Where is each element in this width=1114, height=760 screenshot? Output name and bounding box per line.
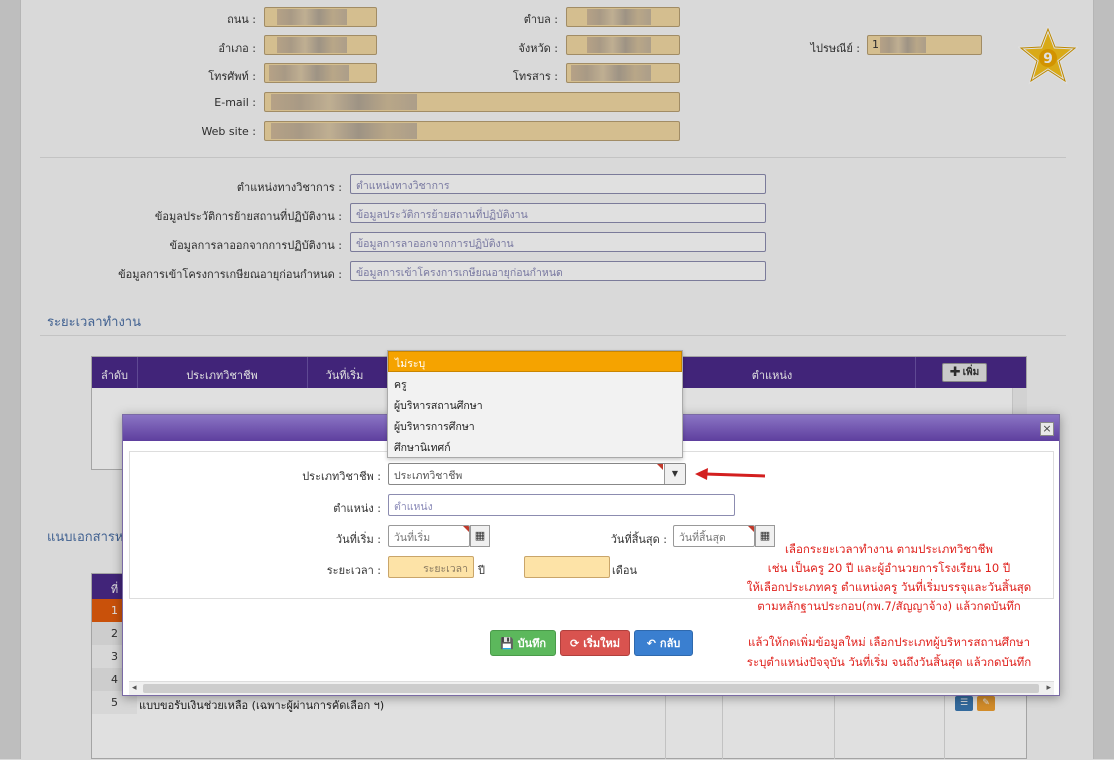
end-date-label: วันที่สิ้นสุด : — [610, 533, 667, 546]
save-button[interactable]: 💾 บันทึก — [490, 630, 556, 656]
year-unit: ปี — [478, 564, 485, 577]
position-label: ตำแหน่ง : — [333, 502, 381, 515]
chevron-down-icon[interactable]: ▼ — [664, 464, 685, 484]
reset-button[interactable]: ⟳ เริ่มใหม่ — [560, 630, 630, 656]
back-button[interactable]: ↶ กลับ — [634, 630, 693, 656]
refresh-icon: ⟳ — [569, 636, 580, 650]
dropdown-option-unspecified[interactable]: ไม่ระบุ — [388, 351, 682, 372]
instruction-line-2: เช่น เป็นครู 20 ปี และผู้อำนวยการโรงเรีย… — [767, 561, 1011, 575]
floppy-icon: 💾 — [499, 636, 514, 650]
instruction-line-3: ให้เลือกประเภทครู ตำแหน่งครู วันที่เริ่ม… — [746, 580, 1032, 594]
reply-icon: ↶ — [646, 636, 656, 650]
start-date-input[interactable]: วันที่เริ่ม — [388, 525, 470, 547]
calendar-icon[interactable]: ▦ — [470, 525, 490, 547]
start-date-label: วันที่เริ่ม : — [335, 533, 381, 546]
back-label: กลับ — [659, 637, 681, 650]
month-unit: เดือน — [612, 564, 638, 577]
type-select-value: ประเภทวิชาชีพ — [394, 470, 463, 482]
type-label: ประเภทวิชาชีพ : — [302, 470, 381, 483]
start-date-placeholder: วันที่เริ่ม — [394, 532, 431, 544]
dropdown-option-teacher[interactable]: ครู — [388, 373, 682, 394]
scroll-right-icon[interactable]: ▸ — [1046, 683, 1051, 693]
duration-label: ระยะเวลา : — [326, 564, 381, 577]
modal-scrollbar[interactable]: ◂ ▸ — [129, 681, 1054, 695]
duration-years-input[interactable]: ระยะเวลา — [388, 556, 474, 578]
type-dropdown-list: ไม่ระบุ ครู ผู้บริหารสถานศึกษา ผู้บริหาร… — [387, 350, 683, 458]
dropdown-option-education-admin[interactable]: ผู้บริหารการศึกษา — [388, 415, 682, 436]
save-label: บันทึก — [517, 637, 547, 650]
duration-months-input[interactable] — [524, 556, 610, 578]
arrow-pointer-icon — [695, 468, 766, 480]
scroll-left-icon[interactable]: ◂ — [132, 683, 137, 693]
dropdown-option-school-admin[interactable]: ผู้บริหารสถานศึกษา — [388, 394, 682, 415]
scroll-thumb[interactable] — [143, 684, 1039, 693]
position-input[interactable]: ตำแหน่ง — [388, 494, 735, 516]
instruction-line-6: ระบุตำแหน่งปัจจุบัน วันที่เริ่ม จนถึงวัน… — [746, 655, 1032, 669]
instruction-line-4: ตามหลักฐานประกอบ(กพ.7/สัญญาจ้าง) แล้วกดบ… — [757, 599, 1021, 613]
dropdown-option-supervisor[interactable]: ศึกษานิเทศก์ — [388, 436, 682, 457]
instruction-line-1: เลือกระยะเวลาทำงาน ตามประเภทวิชาชีพ — [785, 542, 993, 556]
reset-label: เริ่มใหม่ — [583, 637, 620, 650]
instruction-line-5: แล้วให้กดเพิ่มข้อมูลใหม่ เลือกประเภทผู้บ… — [747, 635, 1031, 649]
type-select[interactable]: ประเภทวิชาชีพ ▼ — [388, 463, 686, 485]
close-icon[interactable]: × — [1040, 422, 1054, 436]
